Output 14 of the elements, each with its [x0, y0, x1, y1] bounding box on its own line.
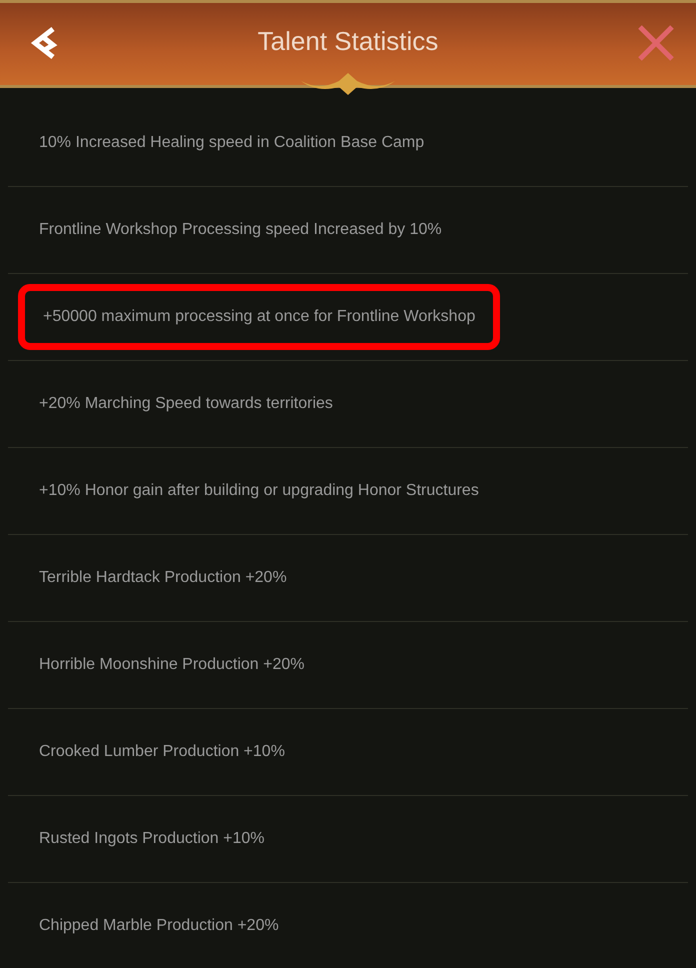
- stat-text: Horrible Moonshine Production +20%: [39, 655, 304, 675]
- stat-text: Rusted Ingots Production +10%: [39, 829, 264, 849]
- stat-text: Terrible Hardtack Production +20%: [39, 568, 287, 588]
- window-title: Talent Statistics: [258, 24, 438, 58]
- stat-text: +50000 maximum processing at once for Frontline Workshop: [18, 284, 500, 350]
- ornament-icon: [299, 71, 397, 97]
- stat-text: Frontline Workshop Processing speed Increased by 10%: [39, 220, 442, 240]
- close-icon: [636, 23, 676, 63]
- back-arrow-icon: [29, 25, 59, 61]
- stat-text: Crooked Lumber Production +10%: [39, 742, 285, 762]
- stat-text: 10% Increased Healing speed in Coalition Base Camp: [39, 133, 424, 153]
- stat-text: +10% Honor gain after building or upgrading Honor Structures: [39, 481, 479, 501]
- stat-text: Chipped Marble Production +20%: [39, 916, 279, 936]
- stat-text: +20% Marching Speed towards territories: [39, 394, 333, 414]
